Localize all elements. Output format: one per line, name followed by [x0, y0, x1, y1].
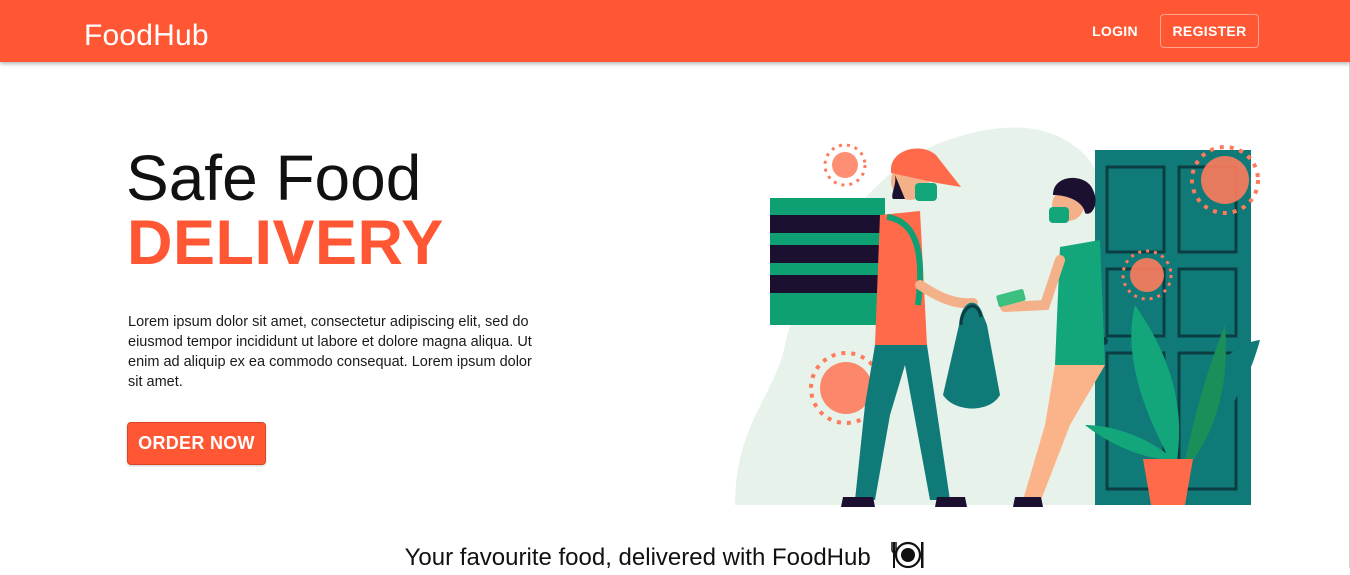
- hero-description: Lorem ipsum dolor sit amet, consectetur …: [128, 314, 532, 390]
- delivery-illustration: [735, 127, 1260, 507]
- tagline-text: Your favourite food, delivered with Food…: [404, 544, 871, 571]
- brand-logo[interactable]: FoodHub: [84, 18, 209, 54]
- login-button[interactable]: LOGIN: [1081, 14, 1149, 48]
- hero-title: Safe Food: [126, 142, 422, 214]
- tagline-section: Your favourite food, delivered with Food…: [0, 540, 1330, 575]
- order-now-button[interactable]: ORDER NOW: [127, 422, 266, 465]
- hero-accent-title: DELIVERY: [127, 208, 444, 278]
- top-navbar: FoodHub LOGIN REGISTER: [0, 0, 1350, 62]
- plate-icon: [891, 541, 924, 569]
- register-button[interactable]: REGISTER: [1160, 14, 1259, 48]
